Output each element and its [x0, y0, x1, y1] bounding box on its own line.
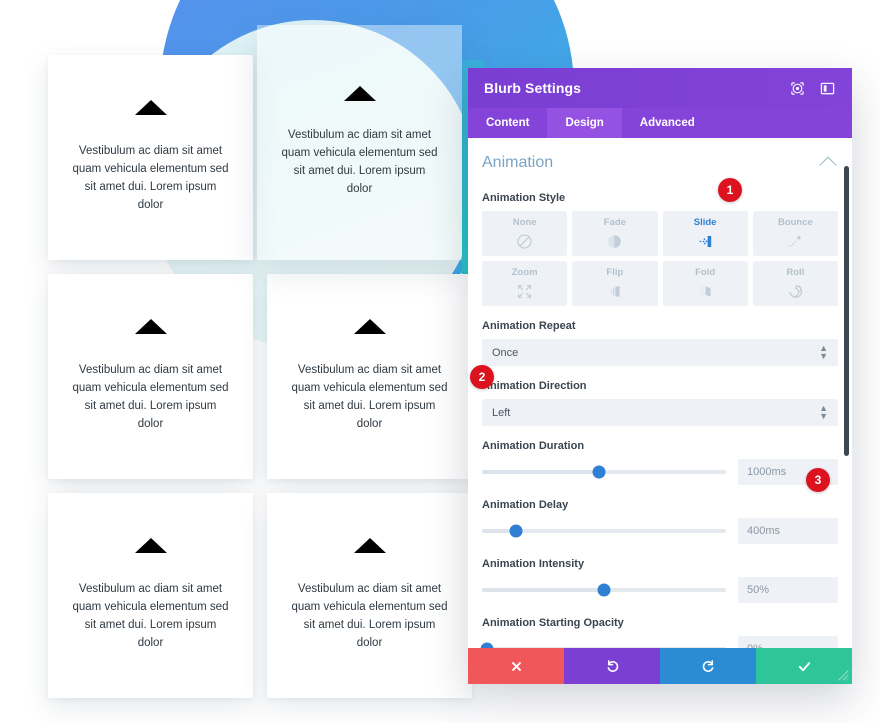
blurb-card[interactable]: Vestibulum ac diam sit amet quam vehicul…: [267, 274, 472, 479]
modal-footer: [468, 648, 852, 684]
slider-fill: [482, 470, 600, 474]
animation-starting-opacity-row: 0%: [480, 636, 838, 648]
tab-advanced[interactable]: Advanced: [622, 108, 713, 138]
layout-panel-icon[interactable]: [818, 79, 836, 97]
animation-style-fold[interactable]: Fold: [662, 261, 748, 306]
zoom-icon: [516, 283, 533, 300]
blurb-text: Vestibulum ac diam sit amet quam vehicul…: [291, 583, 448, 649]
animation-delay-slider[interactable]: [482, 524, 726, 538]
redo-icon: [702, 659, 713, 672]
modal-header: Blurb Settings: [468, 68, 852, 108]
callout-badge-1: 1: [718, 178, 742, 202]
animation-delay-value[interactable]: 400ms: [738, 518, 838, 544]
flip-icon: [606, 283, 623, 300]
animation-repeat-label: Animation Repeat: [482, 320, 576, 332]
animation-delay-row: 400ms: [482, 518, 838, 544]
animation-duration-slider[interactable]: [482, 465, 726, 479]
callout-badge-3: 3: [806, 468, 830, 492]
check-icon: [798, 661, 810, 671]
animation-style-label: Animation Style: [482, 192, 566, 204]
modal-tabs: Content Design Advanced: [468, 108, 852, 138]
animation-intensity-value[interactable]: 50%: [738, 577, 838, 603]
blurb-card[interactable]: Vestibulum ac diam sit amet quam vehicul…: [48, 55, 253, 260]
animation-style-roll[interactable]: Roll: [752, 261, 838, 306]
animation-duration-label: Animation Duration: [482, 440, 585, 452]
chevron-up-icon[interactable]: [819, 156, 837, 174]
animation-starting-opacity-label: Animation Starting Opacity: [482, 617, 624, 629]
animation-section-header[interactable]: Animation: [482, 138, 838, 178]
scrollbar-thumb[interactable]: [844, 166, 849, 456]
redo-button[interactable]: [660, 648, 756, 684]
style-label: Slide: [693, 217, 717, 228]
animation-duration-row: 1000ms: [482, 459, 838, 485]
blurb-card[interactable]: Vestibulum ac diam sit amet quam vehicul…: [48, 493, 253, 698]
animation-style-zoom[interactable]: Zoom: [482, 261, 568, 306]
style-label: Fade: [603, 217, 626, 228]
page-stage: Vestibulum ac diam sit amet quam vehicul…: [0, 0, 880, 723]
triangle-up-icon: [353, 538, 386, 554]
roll-icon: [787, 283, 804, 300]
undo-button[interactable]: [564, 648, 660, 684]
blurb-card[interactable]: Vestibulum ac diam sit amet quam vehicul…: [48, 274, 253, 479]
animation-delay-label: Animation Delay: [482, 499, 569, 511]
target-icon[interactable]: [788, 79, 806, 97]
blurb-card[interactable]: Vestibulum ac diam sit amet quam vehicul…: [267, 493, 472, 698]
fade-icon: [606, 233, 623, 250]
triangle-up-icon: [353, 319, 386, 335]
animation-repeat-select[interactable]: Once ▲ ▼: [482, 339, 838, 366]
modal-body: Animation Animation Style None Fade Slid…: [468, 138, 852, 648]
select-value: Left: [492, 406, 511, 419]
blurb-text: Vestibulum ac diam sit amet quam vehicul…: [291, 364, 448, 430]
slider-fill: [482, 588, 604, 592]
blurb-settings-modal: Blurb Settings Content Design Advanced A…: [468, 68, 852, 684]
chevron-updown-icon: ▲ ▼: [819, 342, 828, 361]
cancel-button[interactable]: [468, 648, 564, 684]
animation-direction-label: Animation Direction: [482, 380, 587, 392]
callout-badge-2: 2: [470, 365, 494, 389]
bounce-icon: [787, 233, 804, 250]
blurb-text: Vestibulum ac diam sit amet quam vehicul…: [72, 583, 229, 649]
style-label: Fold: [695, 267, 716, 278]
animation-style-none[interactable]: None: [482, 211, 568, 256]
chevron-updown-icon: ▲ ▼: [819, 402, 828, 421]
animation-style-flip[interactable]: Flip: [572, 261, 658, 306]
undo-icon: [607, 659, 618, 672]
modal-scrollbar[interactable]: [844, 138, 849, 648]
no-entry-icon: [516, 233, 533, 250]
style-label: None: [512, 217, 537, 228]
animation-style-bounce[interactable]: Bounce: [752, 211, 838, 256]
resize-handle-icon[interactable]: [836, 668, 850, 682]
slider-thumb[interactable]: [592, 465, 606, 479]
close-icon: [511, 661, 521, 671]
triangle-up-icon: [134, 100, 167, 116]
style-label: Zoom: [511, 267, 538, 278]
animation-style-grid: None Fade Slide Bounce Zoom Flip Fold Ro…: [482, 211, 838, 306]
blurb-text: Vestibulum ac diam sit amet quam vehicul…: [72, 145, 229, 211]
page-title: Blurb Settings: [484, 80, 582, 96]
animation-style-slide[interactable]: Slide: [662, 211, 748, 256]
animation-style-fade[interactable]: Fade: [572, 211, 658, 256]
blurb-text: Vestibulum ac diam sit amet quam vehicul…: [281, 129, 438, 195]
triangle-up-icon: [343, 86, 376, 102]
style-label: Roll: [786, 267, 805, 278]
section-title: Animation: [482, 154, 554, 171]
animation-starting-opacity-value[interactable]: 0%: [738, 636, 838, 648]
style-label: Bounce: [777, 217, 813, 228]
fold-icon: [697, 283, 714, 300]
blurb-text: Vestibulum ac diam sit amet quam vehicul…: [72, 364, 229, 430]
select-value: Once: [492, 346, 519, 359]
triangle-up-icon: [134, 319, 167, 335]
slider-thumb[interactable]: [509, 524, 523, 538]
slider-thumb[interactable]: [597, 583, 611, 597]
animation-intensity-slider[interactable]: [482, 583, 726, 597]
tab-content[interactable]: Content: [468, 108, 547, 138]
animation-direction-select[interactable]: Left ▲ ▼: [482, 399, 838, 426]
style-label: Flip: [606, 267, 624, 278]
blurb-card-featured[interactable]: Vestibulum ac diam sit amet quam vehicul…: [257, 25, 462, 260]
tab-design[interactable]: Design: [547, 108, 622, 138]
slide-icon: [697, 233, 714, 250]
triangle-up-icon: [134, 538, 167, 554]
animation-intensity-row: 50%: [482, 577, 838, 603]
animation-intensity-label: Animation Intensity: [482, 558, 585, 570]
